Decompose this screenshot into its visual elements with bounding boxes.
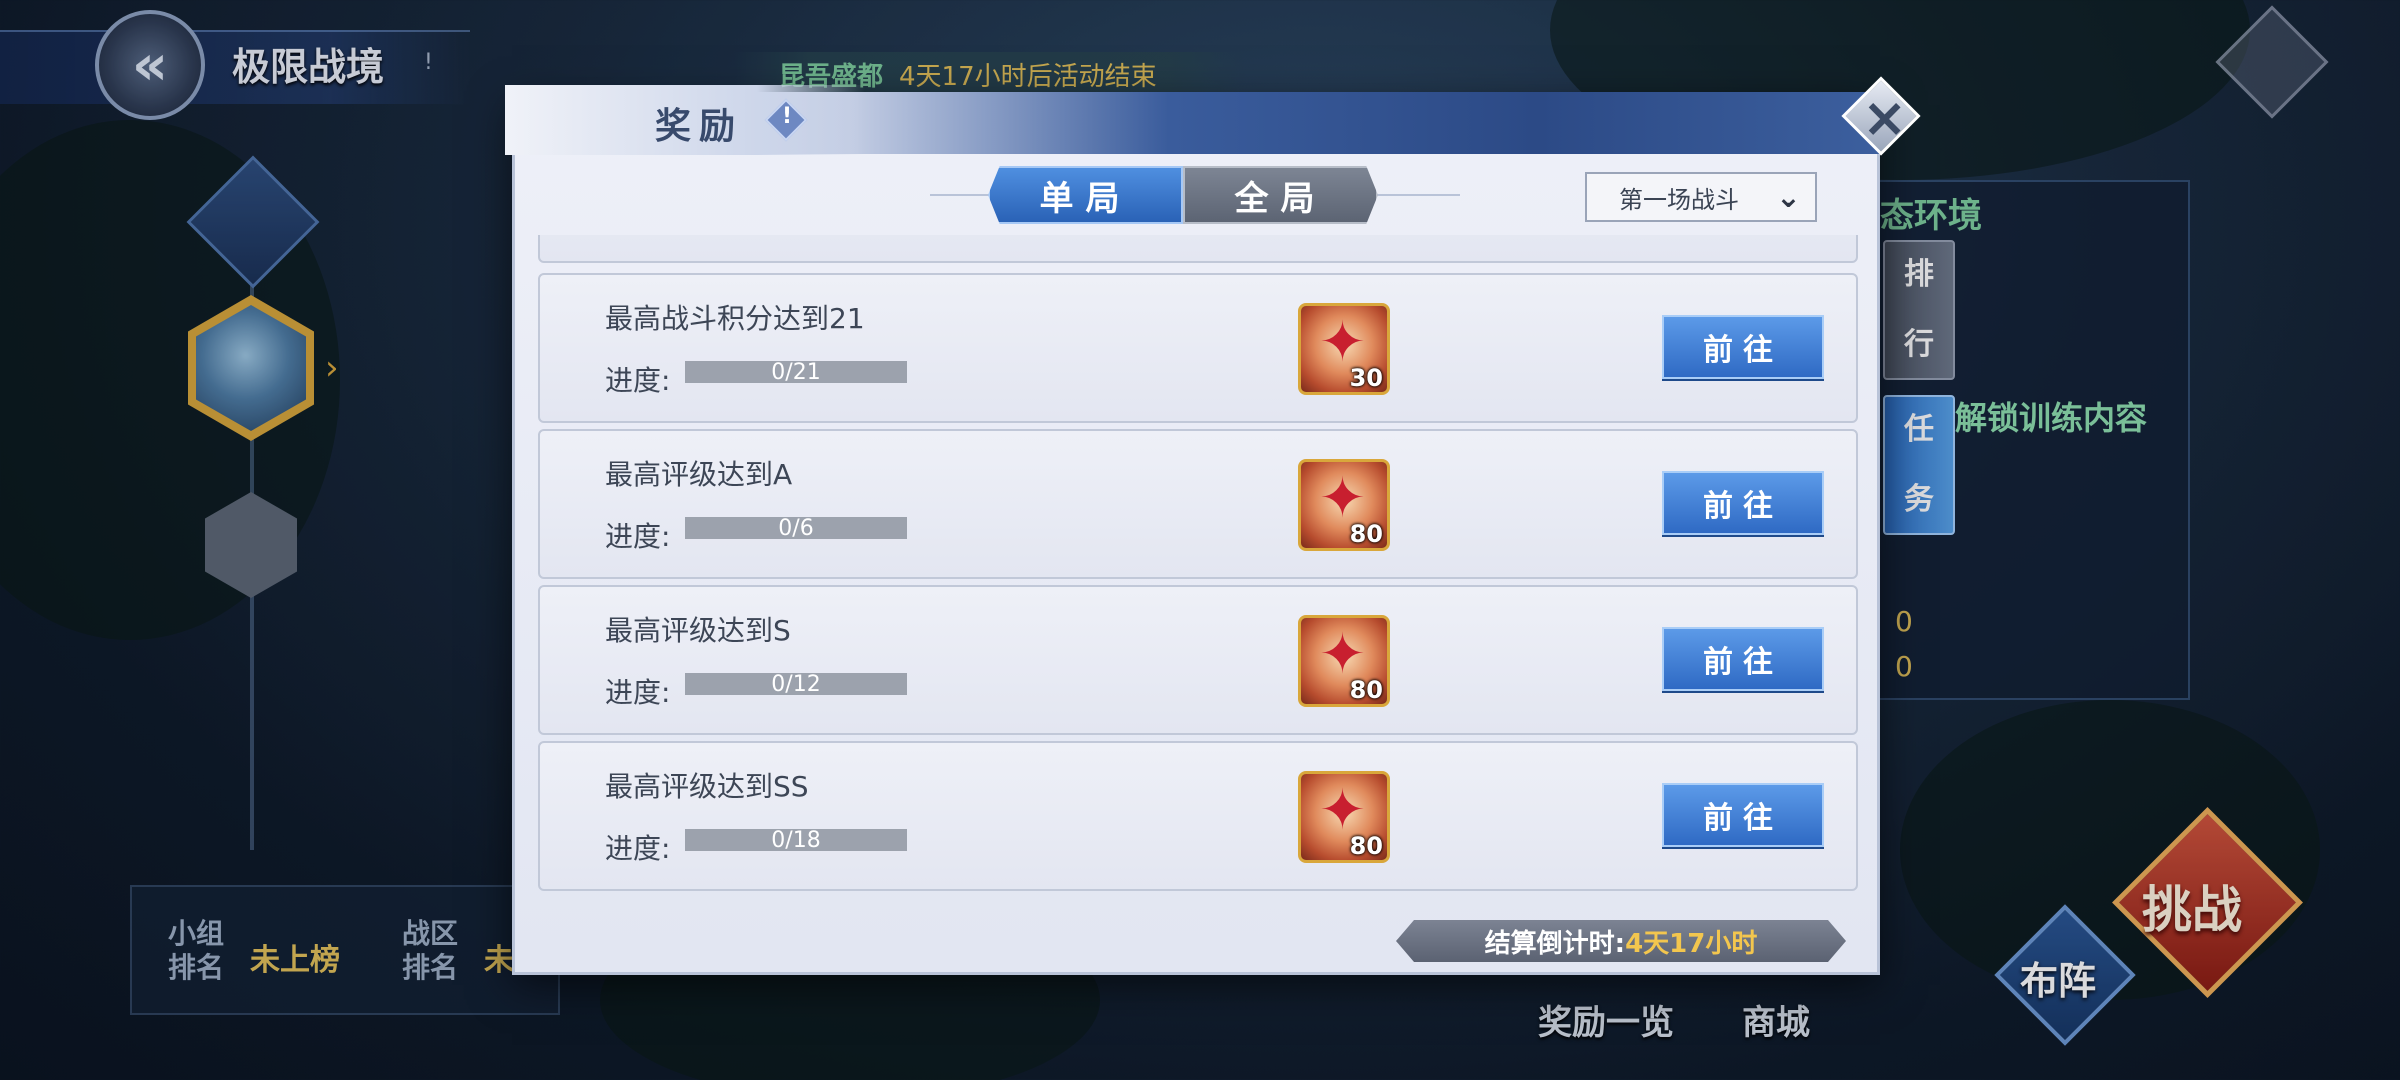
modal-title: 奖励 xyxy=(655,106,744,147)
task-row: 最高战斗积分达到21 进度: 0/21 ✦ 30 前往 xyxy=(538,273,1858,423)
task-row: 最高评级达到SS 进度: 0/18 ✦ 80 前往 xyxy=(538,741,1858,891)
reward-count: 30 xyxy=(1349,364,1383,392)
progress-bar: 0/12 xyxy=(685,672,907,697)
progress-label: 进度: xyxy=(605,520,671,553)
reward-item-icon[interactable]: ✦ 80 xyxy=(1298,615,1390,707)
go-button[interactable]: 前往 xyxy=(1662,783,1824,847)
task-row: 最高评级达到S 进度: 0/12 ✦ 80 前往 xyxy=(538,585,1858,735)
reward-item-icon[interactable]: ✦ 80 xyxy=(1298,459,1390,551)
progress-bar: 0/21 xyxy=(685,360,907,385)
progress-text: 0/21 xyxy=(771,360,821,385)
info-icon: ! xyxy=(782,104,793,129)
tab-overall[interactable]: 全局 xyxy=(1183,166,1378,224)
progress-text: 0/6 xyxy=(778,516,814,541)
progress-bar: 0/18 xyxy=(685,828,907,853)
progress-label: 进度: xyxy=(605,676,671,709)
task-title: 最高战斗积分达到21 xyxy=(605,302,865,335)
task-list[interactable]: ✦ 40 最高战斗积分达到21 进度: 0/21 ✦ 30 前往 最高评级达到A… xyxy=(530,235,1868,895)
reward-count: 80 xyxy=(1349,832,1383,860)
battle-select-dropdown[interactable]: 第一场战斗 ⌄ xyxy=(1585,172,1817,222)
task-title: 最高评级达到SS xyxy=(605,770,809,803)
progress-bar: 0/6 xyxy=(685,516,907,541)
go-button[interactable]: 前往 xyxy=(1662,471,1824,535)
countdown-value: 4天17小时 xyxy=(1625,928,1758,959)
progress-label: 进度: xyxy=(605,364,671,397)
task-title: 最高评级达到A xyxy=(605,458,793,491)
countdown-label: 结算倒计时: xyxy=(1484,928,1626,959)
progress-text: 0/12 xyxy=(771,672,821,697)
go-button[interactable]: 前往 xyxy=(1662,627,1824,691)
settlement-countdown: 结算倒计时: 4天17小时 xyxy=(1396,920,1846,962)
progress-label: 进度: xyxy=(605,832,671,865)
task-row: 最高评级达到A 进度: 0/6 ✦ 80 前往 xyxy=(538,429,1858,579)
go-button[interactable]: 前往 xyxy=(1662,315,1824,379)
dropdown-value: 第一场战斗 xyxy=(1619,185,1739,214)
progress-text: 0/18 xyxy=(771,828,821,853)
task-title: 最高评级达到S xyxy=(605,614,791,647)
reward-count: 80 xyxy=(1349,676,1383,704)
reward-item-icon[interactable]: ✦ 30 xyxy=(1298,303,1390,395)
chevron-down-icon: ⌄ xyxy=(1775,180,1801,215)
close-icon: × xyxy=(1862,86,1908,149)
reward-item-icon[interactable]: ✦ 80 xyxy=(1298,771,1390,863)
tab-single-round[interactable]: 单局 xyxy=(988,166,1183,224)
task-row: ✦ 40 xyxy=(538,235,1858,263)
reward-count: 80 xyxy=(1349,520,1383,548)
